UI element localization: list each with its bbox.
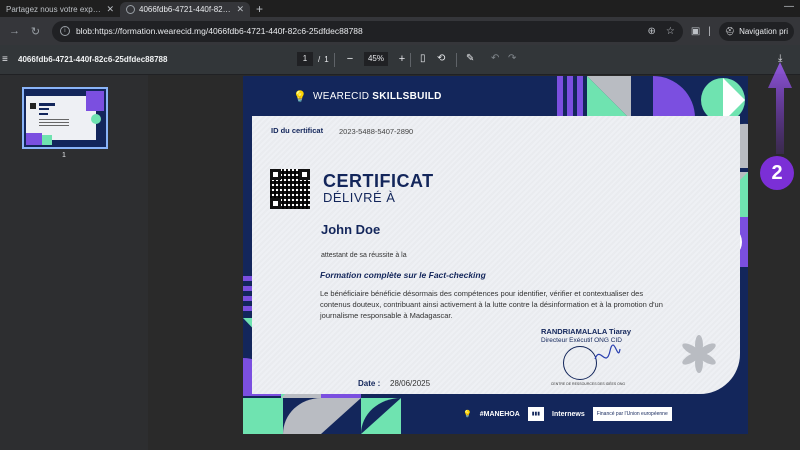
partner-logos: 💡 #MANEHOA ▮▮▮ Internews Financé par l'U…	[463, 406, 680, 422]
menu-icon[interactable]: ≡	[2, 54, 12, 65]
globe-icon	[126, 5, 135, 14]
attest-text: attestant de sa réussite à la	[321, 252, 407, 259]
certificate-page: 💡 WEARECID SKILLSBUILD ID du certificat …	[243, 76, 748, 434]
tab-strip: Partagez nous votre expérience ✕ 4066fdb…	[0, 0, 800, 17]
eu-funding-logo: Financé par l'Union européenne	[592, 407, 672, 421]
minimize-icon[interactable]: —	[784, 1, 794, 12]
lightbulb-icon: 💡	[293, 91, 307, 103]
lightbulb-logo-icon: 💡	[463, 411, 472, 418]
date-value: 28/06/2025	[390, 379, 431, 388]
incognito-icon: ⛑	[724, 26, 736, 36]
flag-logo: ▮▮▮	[527, 407, 545, 421]
page-number-input[interactable]: 1	[297, 52, 313, 66]
zoom-out-button[interactable]: −	[343, 53, 357, 65]
toolbar-divider	[410, 53, 411, 67]
annotate-pen-icon[interactable]: ✎	[466, 53, 474, 64]
new-tab-button[interactable]: +	[256, 2, 263, 17]
fit-page-icon[interactable]: ▯	[420, 53, 426, 64]
page-thumbnail[interactable]	[22, 87, 108, 149]
page-separator: /	[318, 54, 321, 64]
internews-logo: Internews	[552, 410, 585, 418]
seal-caption: CENTRE DE RESSOURCES DES IDÉES ONG	[550, 382, 626, 386]
brand-name: WEARECID	[313, 91, 370, 102]
incognito-indicator[interactable]: ⛑ Navigation pri	[718, 21, 794, 41]
certificate-id-value: 2023-5488-5407-2890	[339, 127, 414, 136]
tab-pdf[interactable]: 4066fdb6-4721-440f-82c6-25d ✕	[120, 2, 250, 17]
certificate-id-label: ID du certificat	[271, 126, 324, 135]
toolbar-divider	[456, 53, 457, 67]
toolbar-divider	[334, 53, 335, 67]
date-label: Date :	[358, 379, 381, 388]
page-selector: 1 / 1	[297, 52, 329, 66]
close-icon[interactable]: ✕	[106, 4, 114, 15]
tab-title: Partagez nous votre expérience	[6, 5, 102, 14]
thumbnail-sidebar: 1	[0, 75, 148, 450]
address-bar[interactable]: i blob:https://formation.wearecid.mg/406…	[51, 20, 683, 42]
rotate-icon[interactable]: ⟲	[437, 53, 445, 64]
redo-icon[interactable]: ↷	[508, 53, 516, 64]
annotation-arrow	[768, 62, 792, 154]
tab-feedback[interactable]: Partagez nous votre expérience ✕	[0, 2, 120, 17]
certificate-description: Le bénéficiaire bénéficie désormais des …	[320, 289, 663, 320]
flower-decoration-icon	[682, 335, 716, 373]
url-text: blob:https://formation.wearecid.mg/4066f…	[75, 26, 363, 36]
reload-icon[interactable]: ↻	[27, 22, 44, 40]
qr-code	[270, 169, 310, 209]
extensions-icon[interactable]: ▣	[691, 26, 700, 37]
zoom-controls: − 45% +	[343, 52, 409, 66]
total-pages: 1	[324, 54, 329, 64]
certificate-title: CERTIFICAT	[323, 171, 434, 191]
signature	[594, 344, 621, 360]
forward-icon[interactable]: →	[6, 22, 23, 40]
pdf-document-title: 4066fdb6-4721-440f-82c6-25dfdec88788	[18, 55, 168, 64]
bookmark-star-icon[interactable]: ☆	[666, 26, 675, 37]
course-title: Formation complète sur le Fact-checking	[320, 270, 486, 280]
manehoa-logo: #MANEHOA	[479, 410, 520, 418]
undo-icon[interactable]: ↶	[491, 53, 499, 64]
zoom-level-input[interactable]: 45%	[364, 52, 388, 66]
signer-name: RANDRIAMALALA Tiaray	[541, 327, 632, 336]
zoom-in-button[interactable]: +	[395, 53, 409, 65]
certificate-brand: 💡 WEARECID SKILLSBUILD	[293, 90, 442, 103]
site-info-icon[interactable]: i	[59, 26, 70, 36]
recipient-name: John Doe	[321, 222, 381, 237]
brand-program: SKILLSBUILD	[372, 91, 442, 102]
browser-menu-divider: |	[708, 25, 711, 37]
incognito-label: Navigation pri	[739, 26, 788, 36]
pdf-toolbar: ≡ 4066fdb6-4721-440f-82c6-25dfdec88788 1…	[0, 45, 800, 75]
step-badge: 2	[760, 156, 794, 190]
close-icon[interactable]: ✕	[236, 4, 244, 15]
browser-toolbar: → ↻ i blob:https://formation.wearecid.mg…	[0, 17, 800, 45]
tab-title: 4066fdb6-4721-440f-82c6-25d	[139, 5, 232, 14]
thumbnail-page-number: 1	[62, 152, 66, 159]
zoom-icon[interactable]: ⊕	[647, 26, 655, 37]
certificate-subtitle: DÉLIVRÉ À	[323, 190, 396, 205]
